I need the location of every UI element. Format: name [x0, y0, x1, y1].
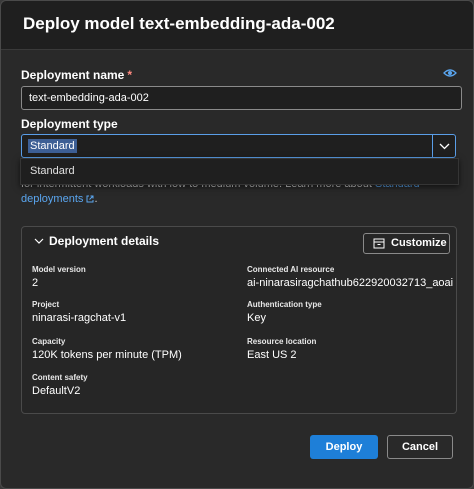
authentication-type-label: Authentication type: [247, 300, 322, 309]
cancel-button[interactable]: Cancel: [387, 435, 453, 459]
model-version-label: Model version: [32, 265, 86, 274]
deployment-name-label-text: Deployment name: [21, 68, 125, 82]
content-safety-label: Content safety: [32, 373, 88, 382]
deployment-type-select[interactable]: Standard: [21, 134, 456, 158]
deployment-details-title[interactable]: Deployment details: [49, 234, 159, 248]
deployments-link[interactable]: deployments: [21, 193, 83, 205]
deployment-type-selected-value: Standard: [28, 139, 77, 153]
description-end: .: [94, 193, 98, 205]
deployment-name-input[interactable]: text-embedding-ada-002: [21, 86, 462, 110]
deployment-type-label: Deployment type: [21, 117, 118, 131]
deployment-name-label: Deployment name *: [21, 68, 132, 82]
resource-location-value: East US 2: [247, 349, 297, 361]
chevron-down-icon[interactable]: [34, 237, 44, 245]
customize-icon: [373, 238, 385, 249]
authentication-type-value: Key: [247, 312, 266, 324]
dropdown-toggle[interactable]: [432, 135, 455, 157]
required-marker: *: [127, 68, 133, 82]
customize-button[interactable]: Customize: [363, 233, 450, 254]
deployment-type-dropdown-list: Standard: [20, 158, 459, 185]
capacity-label: Capacity: [32, 337, 66, 346]
eye-icon[interactable]: [443, 68, 457, 78]
project-value: ninarasi-ragchat-v1: [32, 312, 127, 324]
deploy-button[interactable]: Deploy: [310, 435, 378, 459]
connected-ai-resource-value: ai-ninarasiragchathub622920032713_aoai: [247, 277, 454, 289]
capacity-value: 120K tokens per minute (TPM): [32, 349, 182, 361]
connected-ai-resource-label: Connected AI resource: [247, 265, 335, 274]
content-safety-value: DefaultV2: [32, 385, 81, 397]
customize-label: Customize: [391, 237, 447, 249]
deployment-details-panel: Deployment details Customize Model versi…: [21, 226, 457, 414]
chevron-down-icon: [439, 143, 449, 149]
deploy-model-dialog: Deploy model text-embedding-ada-002 Depl…: [0, 0, 474, 489]
project-label: Project: [32, 300, 60, 309]
dialog-title: Deploy model text-embedding-ada-002: [23, 14, 335, 33]
model-version-value: 2: [32, 277, 39, 289]
dialog-header: Deploy model text-embedding-ada-002: [1, 1, 473, 50]
resource-location-label: Resource location: [247, 337, 317, 346]
dropdown-option-standard[interactable]: Standard: [30, 165, 75, 177]
